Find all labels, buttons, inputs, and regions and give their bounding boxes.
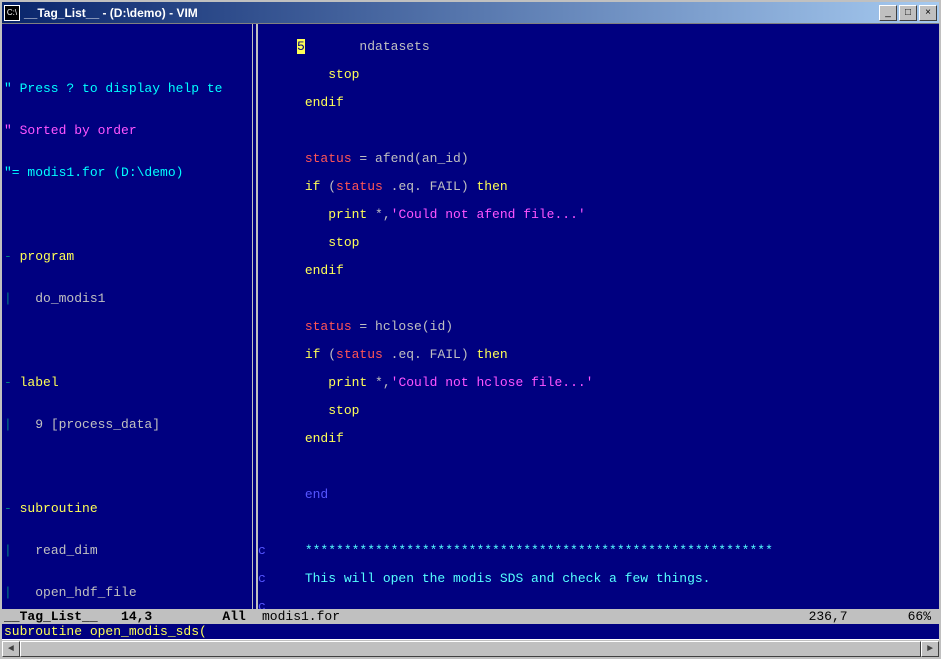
taglist-item-label9[interactable]: 9 [process_data] bbox=[35, 417, 160, 432]
taglist-pane[interactable]: " Press ? to display help te " Sorted by… bbox=[2, 24, 258, 609]
minimize-button[interactable]: _ bbox=[879, 5, 897, 21]
command-line[interactable]: subroutine open_modis_sds( bbox=[2, 624, 939, 639]
maximize-button[interactable]: □ bbox=[899, 5, 917, 21]
fold-gutter: | bbox=[4, 417, 35, 432]
code-line: c bbox=[258, 600, 939, 609]
fold-marker[interactable]: - bbox=[4, 375, 20, 390]
scroll-track[interactable] bbox=[20, 641, 921, 657]
taglist-item-read-dim[interactable]: read_dim bbox=[35, 543, 97, 558]
fold-gutter: | bbox=[4, 291, 35, 306]
fold-marker[interactable]: - bbox=[4, 501, 20, 516]
code-line: stop bbox=[258, 236, 939, 250]
taglist-heading-subroutine: subroutine bbox=[20, 501, 98, 516]
code-line bbox=[258, 460, 939, 474]
vertical-separator-inner bbox=[252, 24, 253, 609]
code-line: status = afend(an_id) bbox=[258, 152, 939, 166]
fold-marker[interactable]: - bbox=[4, 249, 20, 264]
scroll-right-button[interactable]: ► bbox=[921, 641, 939, 657]
code-line: endif bbox=[258, 432, 939, 446]
scroll-left-button[interactable]: ◄ bbox=[2, 641, 20, 657]
code-line: if (status .eq. FAIL) then bbox=[258, 348, 939, 362]
code-line: endif bbox=[258, 264, 939, 278]
scroll-thumb[interactable] bbox=[20, 641, 921, 657]
statusline-percent: 66% bbox=[908, 609, 939, 624]
code-line: c This will open the modis SDS and check… bbox=[258, 572, 939, 586]
code-line: c **************************************… bbox=[258, 544, 939, 558]
editor-area: " Press ? to display help te " Sorted by… bbox=[2, 24, 939, 609]
taglist-filename: "= modis1.for (D:\demo) bbox=[4, 165, 183, 180]
window-title: __Tag_List__ - (D:\demo) - VIM bbox=[24, 6, 877, 20]
code-line: if (status .eq. FAIL) then bbox=[258, 180, 939, 194]
code-line: stop bbox=[258, 404, 939, 418]
code-line: end bbox=[258, 488, 939, 502]
code-line: endif bbox=[258, 96, 939, 110]
taglist-help: " Press ? to display help te bbox=[4, 81, 222, 96]
close-button[interactable]: × bbox=[919, 5, 937, 21]
code-line bbox=[258, 124, 939, 138]
code-line: status = hclose(id) bbox=[258, 320, 939, 334]
code-line bbox=[258, 292, 939, 306]
code-line: print *,'Could not afend file...' bbox=[258, 208, 939, 222]
horizontal-scrollbar[interactable]: ◄ ► bbox=[2, 639, 939, 657]
statusline-right-file: modis1.for bbox=[258, 609, 340, 624]
statusline-windows: __Tag_List__ 14,3 All modis1.for 236,7 6… bbox=[2, 609, 939, 624]
sysmenu-icon[interactable]: C:\ bbox=[4, 5, 20, 21]
taglist-item-do-modis1[interactable]: do_modis1 bbox=[35, 291, 105, 306]
taglist-sorted: " Sorted by order bbox=[4, 123, 137, 138]
statusline-left-window: __Tag_List__ 14,3 All bbox=[2, 609, 258, 624]
code-pane[interactable]: 5 ndatasets stop endif status = afend(an… bbox=[258, 24, 939, 609]
window-titlebar: C:\ __Tag_List__ - (D:\demo) - VIM _ □ × bbox=[2, 2, 939, 24]
code-line: stop bbox=[258, 68, 939, 82]
fold-gutter: | bbox=[4, 543, 35, 558]
vertical-separator-outer bbox=[256, 24, 257, 609]
taglist-heading-program: program bbox=[20, 249, 75, 264]
taglist-heading-label: label bbox=[20, 375, 59, 390]
taglist-item-open-hdf-file[interactable]: open_hdf_file bbox=[35, 585, 136, 600]
code-line: 5 ndatasets bbox=[258, 40, 939, 54]
statusline-position: 236,7 bbox=[809, 609, 908, 624]
code-line bbox=[258, 516, 939, 530]
fold-gutter: | bbox=[4, 585, 35, 600]
code-line: print *,'Could not hclose file...' bbox=[258, 376, 939, 390]
